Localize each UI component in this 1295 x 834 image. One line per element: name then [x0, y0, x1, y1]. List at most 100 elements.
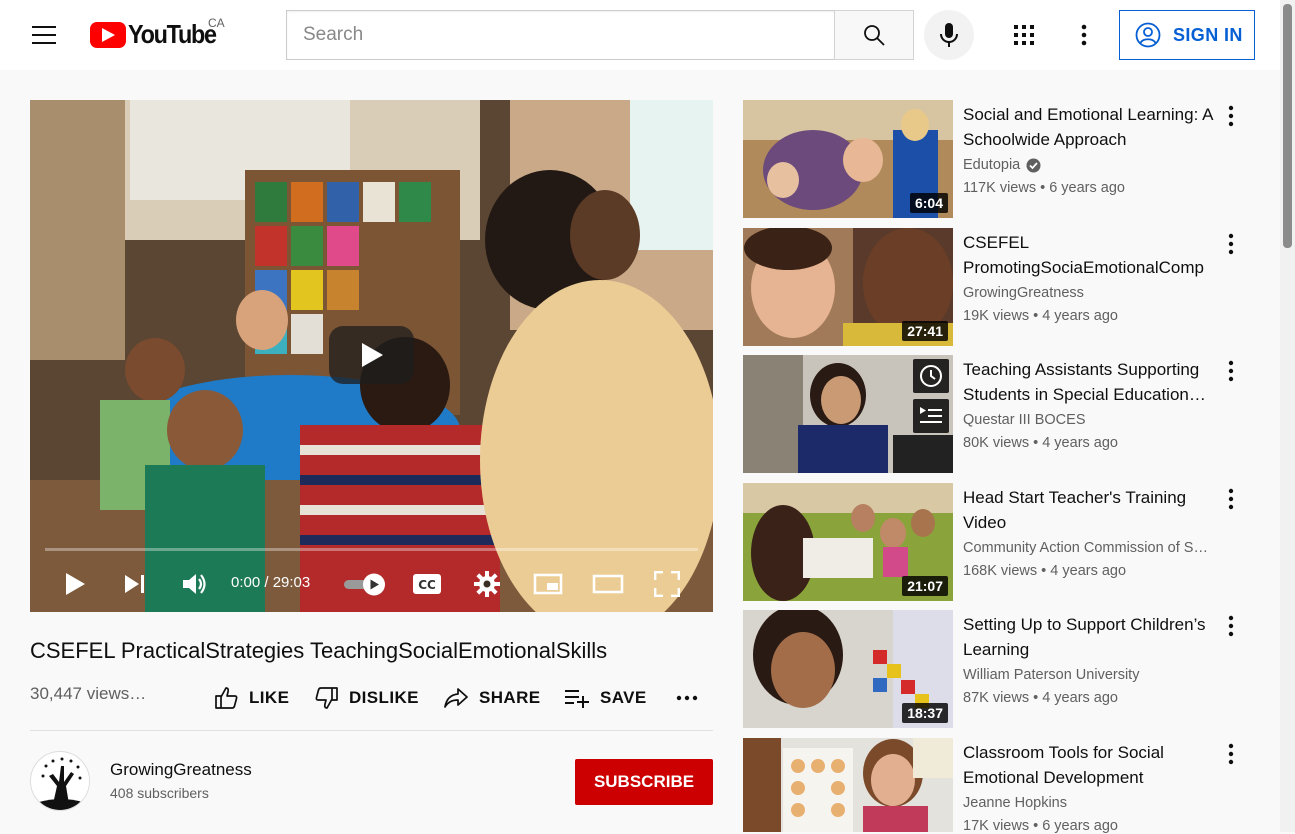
skip-next-icon: [125, 575, 144, 593]
recommended-video[interactable]: Classroom Tools for Social Emotional Dev…: [743, 738, 1263, 834]
video-thumbnail[interactable]: 6:04: [743, 100, 953, 218]
video-thumbnail[interactable]: [743, 355, 953, 473]
video-options-button[interactable]: [1221, 487, 1241, 511]
recommended-video-meta: 19K views • 4 years ago: [963, 308, 1118, 324]
channel-avatar[interactable]: [30, 751, 90, 811]
video-duration: 18:37: [902, 703, 948, 723]
top-bar: YouTube CA Search SIGN IN: [0, 0, 1295, 70]
video-duration: 6:04: [909, 193, 948, 213]
next-button[interactable]: [120, 566, 150, 602]
search-button[interactable]: [834, 10, 914, 60]
settings-button[interactable]: [470, 566, 504, 602]
captions-button[interactable]: CC: [410, 566, 444, 602]
recommended-video-title[interactable]: Setting Up to Support Children’s Learnin…: [963, 612, 1221, 662]
clock-icon: [920, 365, 942, 387]
apps-button[interactable]: [1008, 19, 1040, 51]
recommended-video-channel[interactable]: Community Action Commission of S…: [963, 540, 1223, 556]
logo-text: YouTube: [128, 19, 217, 49]
divider: [30, 730, 713, 731]
fullscreen-icon: [654, 571, 680, 597]
more-vert-icon: [1228, 615, 1234, 637]
more-vert-icon: [1228, 488, 1234, 510]
theater-mode-button[interactable]: [590, 566, 626, 602]
verified-badge-icon: [1026, 158, 1041, 172]
recommended-video[interactable]: 27:41 CSEFEL PromotingSociaEmotionalComp…: [743, 228, 1263, 346]
more-vert-icon: [1228, 360, 1234, 382]
video-options-button[interactable]: [1221, 359, 1241, 383]
voice-search-button[interactable]: [924, 10, 974, 60]
more-vert-icon: [1228, 233, 1234, 255]
search-input[interactable]: Search: [286, 10, 835, 60]
subscribe-button[interactable]: SUBSCRIBE: [575, 759, 713, 805]
volume-icon: [183, 574, 206, 594]
autoplay-toggle[interactable]: [340, 566, 390, 602]
scrollbar-thumb[interactable]: [1283, 4, 1292, 248]
svg-text:CC: CC: [418, 578, 436, 592]
more-vert-icon: [1228, 105, 1234, 127]
recommended-video-title[interactable]: Head Start Teacher's Training Video: [963, 485, 1221, 535]
recommended-video-channel[interactable]: Jeanne Hopkins: [963, 795, 1223, 811]
recommended-video-channel[interactable]: GrowingGreatness: [963, 285, 1223, 301]
play-icon: [66, 573, 85, 595]
recommended-video-channel[interactable]: Edutopia: [963, 157, 1223, 173]
miniplayer-icon: [533, 573, 563, 595]
recommended-video-meta: 80K views • 4 years ago: [963, 435, 1118, 451]
large-play-button[interactable]: [329, 326, 414, 384]
recommended-video[interactable]: Teaching Assistants Supporting Students …: [743, 355, 1263, 473]
video-options-button[interactable]: [1221, 742, 1241, 766]
menu-icon[interactable]: [22, 22, 68, 50]
mute-button[interactable]: [178, 566, 212, 602]
recommended-video[interactable]: 18:37 Setting Up to Support Children’s L…: [743, 610, 1263, 728]
account-icon: [1135, 22, 1161, 48]
share-icon: [444, 688, 468, 708]
video-options-button[interactable]: [1221, 614, 1241, 638]
recommended-video-title[interactable]: CSEFEL PromotingSociaEmotionalComp: [963, 230, 1221, 280]
video-player[interactable]: 0:00 / 29:03 CC: [30, 100, 713, 612]
share-button[interactable]: SHARE: [443, 684, 541, 712]
progress-bar[interactable]: [45, 548, 698, 551]
video-options-button[interactable]: [1221, 104, 1241, 128]
channel-name[interactable]: GrowingGreatness: [110, 760, 252, 780]
video-title: CSEFEL PracticalStrategies TeachingSocia…: [30, 638, 608, 663]
settings-more-button[interactable]: [1068, 19, 1100, 51]
video-thumbnail[interactable]: 27:41: [743, 228, 953, 346]
save-button[interactable]: SAVE: [564, 684, 647, 712]
like-label: LIKE: [249, 688, 290, 707]
like-button[interactable]: LIKE: [214, 684, 289, 712]
recommended-video-title[interactable]: Teaching Assistants Supporting Students …: [963, 357, 1221, 407]
player-controls: 0:00 / 29:03 CC: [30, 558, 713, 612]
add-to-queue-button[interactable]: [913, 399, 949, 433]
play-button[interactable]: [60, 566, 90, 602]
video-thumbnail[interactable]: 18:37: [743, 610, 953, 728]
time-display: 0:00 / 29:03: [231, 574, 311, 591]
recommended-video-channel[interactable]: Questar III BOCES: [963, 412, 1223, 428]
video-options-button[interactable]: [1221, 232, 1241, 256]
video-thumbnail[interactable]: [743, 738, 953, 832]
more-vert-icon: [1228, 743, 1234, 765]
theater-mode-icon: [592, 574, 624, 594]
closed-captions-icon: CC: [413, 574, 441, 594]
thumbs-down-icon: [315, 687, 338, 709]
recommended-video-meta: 168K views • 4 years ago: [963, 563, 1127, 579]
dislike-button[interactable]: DISLIKE: [314, 684, 419, 712]
youtube-logo[interactable]: YouTube CA: [90, 16, 230, 53]
recommended-video-title[interactable]: Social and Emotional Learning: A Schoolw…: [963, 102, 1221, 152]
gear-icon: [474, 571, 500, 597]
autoplay-toggle-icon: [344, 573, 385, 596]
recommended-video[interactable]: 21:07 Head Start Teacher's Training Vide…: [743, 483, 1263, 601]
recommended-video-channel[interactable]: William Paterson University: [963, 667, 1223, 683]
fullscreen-button[interactable]: [650, 566, 684, 602]
country-code: CA: [208, 16, 225, 30]
sign-in-label: SIGN IN: [1173, 24, 1243, 45]
recommended-video-meta: 117K views • 6 years ago: [963, 180, 1125, 196]
sign-in-button[interactable]: SIGN IN: [1119, 10, 1255, 60]
recommended-video[interactable]: 6:04 Social and Emotional Learning: A Sc…: [743, 100, 1263, 218]
watch-later-button[interactable]: [913, 359, 949, 393]
thumbs-up-icon: [215, 687, 238, 709]
video-thumbnail[interactable]: 21:07: [743, 483, 953, 601]
recommended-video-title[interactable]: Classroom Tools for Social Emotional Dev…: [963, 740, 1221, 790]
miniplayer-button[interactable]: [530, 566, 566, 602]
more-actions-button[interactable]: [676, 684, 708, 712]
view-count[interactable]: 30,447 views…: [30, 684, 146, 704]
page-scrollbar[interactable]: [1280, 0, 1295, 832]
